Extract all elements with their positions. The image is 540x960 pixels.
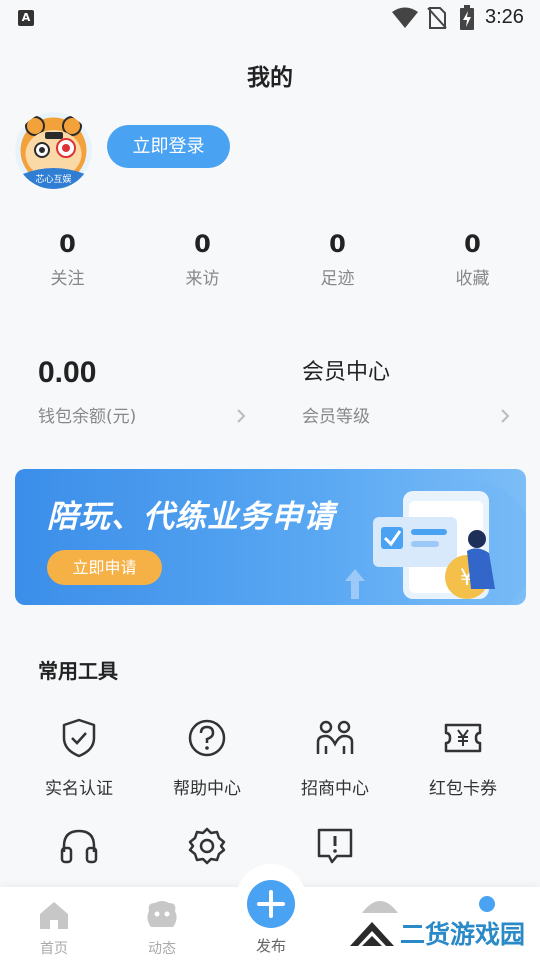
tool-label: 实名认证	[45, 779, 113, 799]
watermark-text: 二货游戏园	[400, 920, 526, 949]
tool-business-center[interactable]: 招商中心	[271, 716, 399, 799]
avatar[interactable]: 芯心互娱	[15, 112, 92, 189]
plus-icon	[257, 890, 285, 918]
visitors-counter[interactable]: 0 来访	[135, 226, 270, 289]
yen-ticket-icon	[444, 723, 482, 753]
chevron-right-icon	[237, 409, 246, 423]
tool-real-name-auth[interactable]: 实名认证	[15, 716, 143, 799]
service-application-banner[interactable]: ¥ 陪玩、代练业务申请 立即申请	[15, 469, 526, 605]
favorites-counter[interactable]: 0 收藏	[405, 226, 540, 289]
people-icon	[316, 720, 354, 754]
gear-icon	[188, 827, 226, 865]
banner-illustration: ¥	[345, 479, 526, 605]
visitors-label: 来访	[185, 269, 220, 289]
tool-label: 招商中心	[301, 779, 369, 799]
member-center-title: 会员中心	[302, 360, 391, 385]
member-center-entry[interactable]: 会员中心 会员等级	[302, 352, 512, 427]
follow-label: 关注	[50, 269, 85, 289]
watermark: 二货游戏园	[348, 912, 538, 952]
nav-dynamic[interactable]: 动态	[117, 887, 207, 958]
nav-label: 动态	[148, 941, 176, 957]
headset-icon	[60, 829, 98, 864]
feedback-icon	[317, 828, 353, 864]
shield-check-icon	[62, 718, 96, 758]
home-icon	[40, 902, 68, 929]
member-level-label: 会员等级	[302, 407, 370, 427]
login-button[interactable]: 立即登录	[107, 125, 230, 168]
tool-label: 红包卡券	[429, 779, 497, 799]
avatar-caption: 芯心互娱	[35, 173, 71, 185]
nav-label: 首页	[40, 941, 68, 957]
tool-help-center[interactable]: 帮助中心	[143, 716, 271, 799]
follow-counter[interactable]: 0 关注	[0, 226, 135, 289]
visitors-count: 0	[194, 230, 211, 258]
follow-count: 0	[59, 230, 76, 258]
battery-charging-icon	[460, 5, 474, 30]
publish-label: 发布	[255, 937, 286, 955]
nav-home[interactable]: 首页	[9, 887, 99, 958]
apply-now-button[interactable]: 立即申请	[47, 550, 162, 585]
chevron-right-icon	[501, 409, 510, 423]
wallet-entry[interactable]: 0.00 钱包余额(元)	[38, 352, 248, 427]
status-bar: A 3:26	[0, 0, 540, 36]
notification-icon: A	[18, 10, 34, 26]
tools-section-title: 常用工具	[38, 659, 118, 683]
question-circle-icon	[188, 719, 226, 757]
tool-label: 帮助中心	[173, 779, 241, 799]
footprint-label: 足迹	[320, 269, 355, 289]
publish-button[interactable]	[247, 880, 295, 928]
banner-title: 陪玩、代练业务申请	[47, 499, 335, 535]
page-title: 我的	[247, 65, 293, 91]
footprint-count: 0	[329, 230, 346, 258]
no-sim-icon	[427, 7, 447, 29]
tool-coupons[interactable]: 红包卡券	[399, 716, 527, 799]
nav-item-active-dot	[479, 896, 495, 912]
favorites-count: 0	[464, 230, 481, 258]
favorites-label: 收藏	[455, 269, 490, 289]
wallet-label: 钱包余额(元)	[38, 407, 137, 427]
watermark-logo-icon	[350, 922, 394, 946]
dynamic-icon	[147, 901, 177, 927]
footprint-counter[interactable]: 0 足迹	[270, 226, 405, 289]
wifi-icon	[392, 7, 418, 28]
wallet-balance: 0.00	[38, 356, 97, 389]
stats-row: 0 关注 0 来访 0 足迹 0 收藏	[0, 226, 540, 289]
clock: 3:26	[485, 6, 524, 28]
nav-item-partial-icon	[362, 901, 398, 913]
